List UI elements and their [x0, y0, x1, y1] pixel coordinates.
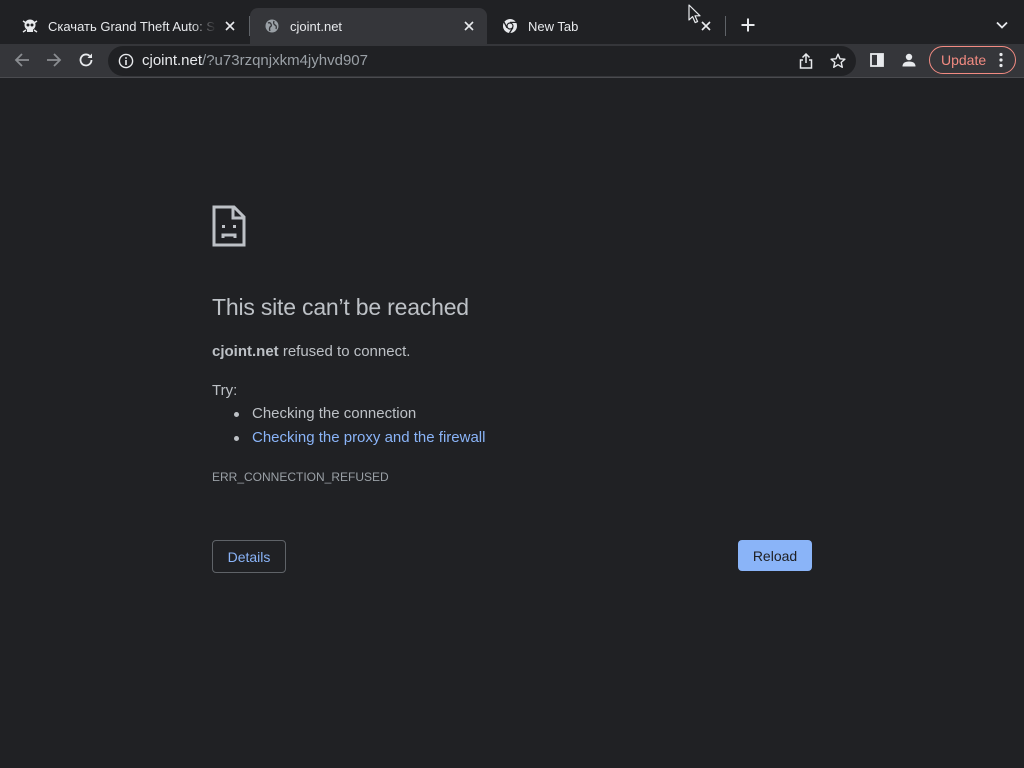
- back-button[interactable]: [8, 46, 36, 74]
- plus-icon: [741, 18, 755, 32]
- update-label: Update: [941, 52, 987, 68]
- reload-button[interactable]: Reload: [738, 540, 812, 571]
- error-page: This site can’t be reached cjoint.net re…: [0, 79, 1024, 768]
- tab-strip: Скачать Grand Theft Auto: San Andreas cj…: [0, 0, 1024, 44]
- tab-title: Скачать Grand Theft Auto: San Andreas: [48, 18, 216, 34]
- close-tab-icon[interactable]: [222, 18, 238, 34]
- side-panel-button[interactable]: [863, 46, 891, 74]
- arrow-left-icon: [14, 53, 29, 67]
- error-detail-text: refused to connect.: [278, 343, 411, 360]
- update-button[interactable]: Update: [929, 46, 1016, 74]
- reload-icon: [79, 53, 93, 67]
- forward-button[interactable]: [40, 46, 68, 74]
- profile-button[interactable]: [895, 46, 923, 74]
- url-host: cjoint.net: [142, 52, 203, 69]
- suggestion-check-proxy-link[interactable]: Checking the proxy and the firewall: [212, 427, 485, 451]
- error-code: ERR_CONNECTION_REFUSED: [212, 470, 389, 484]
- try-label: Try:: [212, 382, 238, 399]
- info-icon[interactable]: [118, 53, 134, 69]
- suggestions-list: Checking the connection Checking the pro…: [212, 403, 485, 451]
- chrome-icon: [502, 18, 518, 34]
- tab-title: cjoint.net: [290, 18, 343, 34]
- details-button[interactable]: Details: [212, 540, 286, 573]
- arrow-right-icon: [47, 53, 62, 67]
- tab-title: New Tab: [528, 18, 579, 34]
- tab-separator: [725, 16, 726, 36]
- error-title: This site can’t be reached: [212, 294, 469, 320]
- tab-cjoint[interactable]: cjoint.net: [250, 8, 487, 44]
- mouse-pointer-icon: [688, 4, 701, 24]
- globe-icon: [264, 18, 280, 34]
- more-menu-icon[interactable]: [993, 52, 1009, 68]
- tab-search-button[interactable]: [990, 13, 1014, 37]
- url-text[interactable]: cjoint.net/?u73rzqnjxkm4jyhvd907: [142, 53, 368, 69]
- address-bar[interactable]: cjoint.net/?u73rzqnjxkm4jyhvd907: [108, 46, 856, 76]
- share-icon[interactable]: [794, 49, 818, 73]
- chevron-down-icon: [996, 21, 1008, 29]
- bookmark-star-icon[interactable]: [826, 49, 850, 73]
- side-panel-icon: [870, 53, 884, 67]
- browser-toolbar: cjoint.net/?u73rzqnjxkm4jyhvd907 Update: [0, 44, 1024, 78]
- reload-page-button[interactable]: [72, 46, 100, 74]
- error-detail: cjoint.net refused to connect.: [212, 343, 410, 360]
- sad-page-icon: [212, 205, 246, 247]
- url-path: /?u73rzqnjxkm4jyhvd907: [202, 52, 368, 69]
- suggestion-check-connection: Checking the connection: [212, 403, 485, 427]
- skull-icon: [22, 18, 38, 34]
- tab-gta-download[interactable]: Скачать Grand Theft Auto: San Andreas: [8, 8, 248, 44]
- close-tab-icon[interactable]: [461, 18, 477, 34]
- profile-icon: [902, 53, 916, 67]
- new-tab-button[interactable]: [736, 13, 760, 37]
- error-host: cjoint.net: [212, 343, 279, 360]
